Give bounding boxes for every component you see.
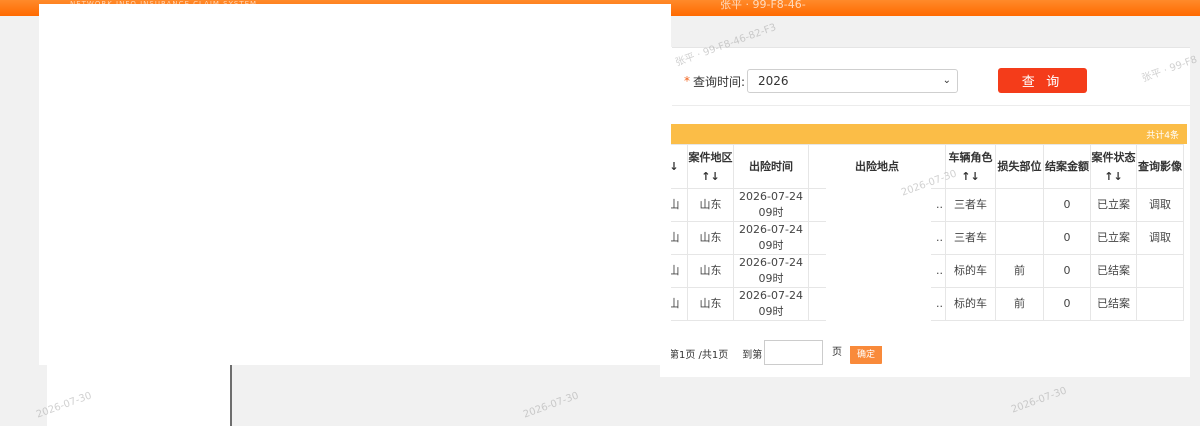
watermark-text: 2026-07-30	[521, 390, 581, 421]
page-summary: 第1页 /共1页	[669, 349, 729, 361]
cell-amount: 0	[1043, 287, 1091, 321]
query-time-filter: * 查询时间:	[684, 69, 745, 93]
cell-role: 标的车	[945, 254, 996, 288]
cell-amount: 0	[1043, 188, 1091, 222]
cell-time: 2026-07-24 09时	[733, 221, 809, 255]
total-count: 共计4条	[1146, 131, 1179, 141]
col-header-status[interactable]: 案件状态↑↓	[1090, 144, 1137, 189]
fetch-image-link[interactable]: 调取	[1136, 188, 1184, 222]
watermark-text: 2026-07-30	[1009, 385, 1069, 416]
cell-region: 山东	[687, 254, 734, 288]
confirm-button[interactable]: 确定	[850, 343, 882, 364]
required-mark: *	[684, 74, 690, 88]
col-header-role[interactable]: 车辆角色↑↓	[945, 144, 996, 189]
query-button[interactable]: 查 询	[998, 68, 1087, 93]
cell-region: 山东	[687, 188, 734, 222]
cell-amount: 0	[1043, 254, 1091, 288]
cell-region: 山东	[687, 221, 734, 255]
col-header-region[interactable]: 案件地区↑↓	[687, 144, 734, 189]
goto-page-input[interactable]	[764, 340, 823, 365]
col-header-amount: 结案金额	[1043, 144, 1091, 189]
cell-time: 2026-07-24 09时	[733, 287, 809, 321]
redacted-area	[39, 4, 671, 365]
year-select[interactable]: 2026 ⌄	[747, 69, 958, 93]
cell-image	[1136, 287, 1184, 321]
col-header-time: 出险时间	[733, 144, 809, 189]
goto-label: 到第	[742, 349, 763, 361]
cell-role: 三者车	[945, 188, 996, 222]
fetch-image-link[interactable]: 调取	[1136, 221, 1184, 255]
cell-image	[1136, 254, 1184, 288]
col-header-part: 损失部位	[995, 144, 1044, 189]
cell-status: 已立案	[1090, 221, 1137, 255]
cell-role: 三者车	[945, 221, 996, 255]
header-watermark: 张平 · 99-F8-46-	[720, 0, 806, 11]
year-select-value: 2026	[758, 74, 789, 88]
cell-part	[995, 221, 1044, 255]
chevron-down-icon: ⌄	[942, 75, 951, 86]
redacted-place-column	[826, 188, 931, 346]
cell-amount: 0	[1043, 221, 1091, 255]
pagination: 第1页 /共1页 到第	[669, 340, 762, 366]
cell-part	[995, 188, 1044, 222]
cell-status: 已立案	[1090, 188, 1137, 222]
col-header-image: 查询影像	[1136, 144, 1184, 189]
cell-part: 前	[995, 254, 1044, 288]
divider	[672, 47, 1190, 48]
divider	[672, 105, 1190, 106]
cell-region: 山东	[687, 287, 734, 321]
query-time-label: 查询时间:	[693, 74, 746, 89]
table-title-bar: 共计4条	[660, 124, 1187, 144]
cell-status: 已结案	[1090, 287, 1137, 321]
cell-status: 已结案	[1090, 254, 1137, 288]
cell-part: 前	[995, 287, 1044, 321]
cell-time: 2026-07-24 09时	[733, 188, 809, 222]
cell-role: 标的车	[945, 287, 996, 321]
cell-time: 2026-07-24 09时	[733, 254, 809, 288]
